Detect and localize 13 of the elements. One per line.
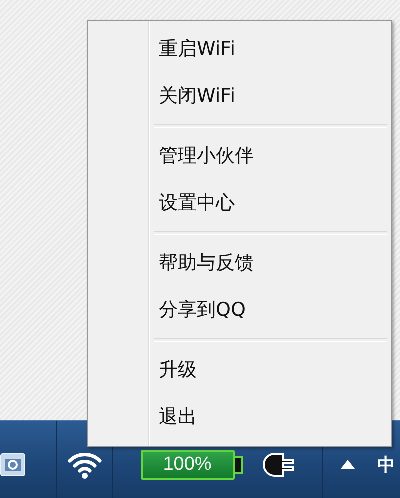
menu-item[interactable]: 关闭WiFi — [90, 72, 389, 119]
app-icon[interactable] — [0, 452, 26, 476]
menu-item[interactable]: 分享到QQ — [90, 286, 389, 333]
show-hidden-icons-icon[interactable] — [341, 460, 355, 469]
menu-item[interactable]: 帮助与反馈 — [90, 239, 389, 286]
menu-item[interactable]: 重启WiFi — [90, 25, 389, 72]
menu-item[interactable]: 设置中心 — [90, 179, 389, 226]
battery-reading: 100% — [163, 454, 212, 476]
menu-item[interactable]: 管理小伙伴 — [90, 132, 389, 179]
plug-icon[interactable] — [260, 452, 294, 478]
menu-item[interactable]: 退出 — [90, 393, 389, 440]
menu-item[interactable]: 升级 — [90, 346, 389, 393]
input-method-indicator[interactable]: 中 — [378, 452, 396, 476]
